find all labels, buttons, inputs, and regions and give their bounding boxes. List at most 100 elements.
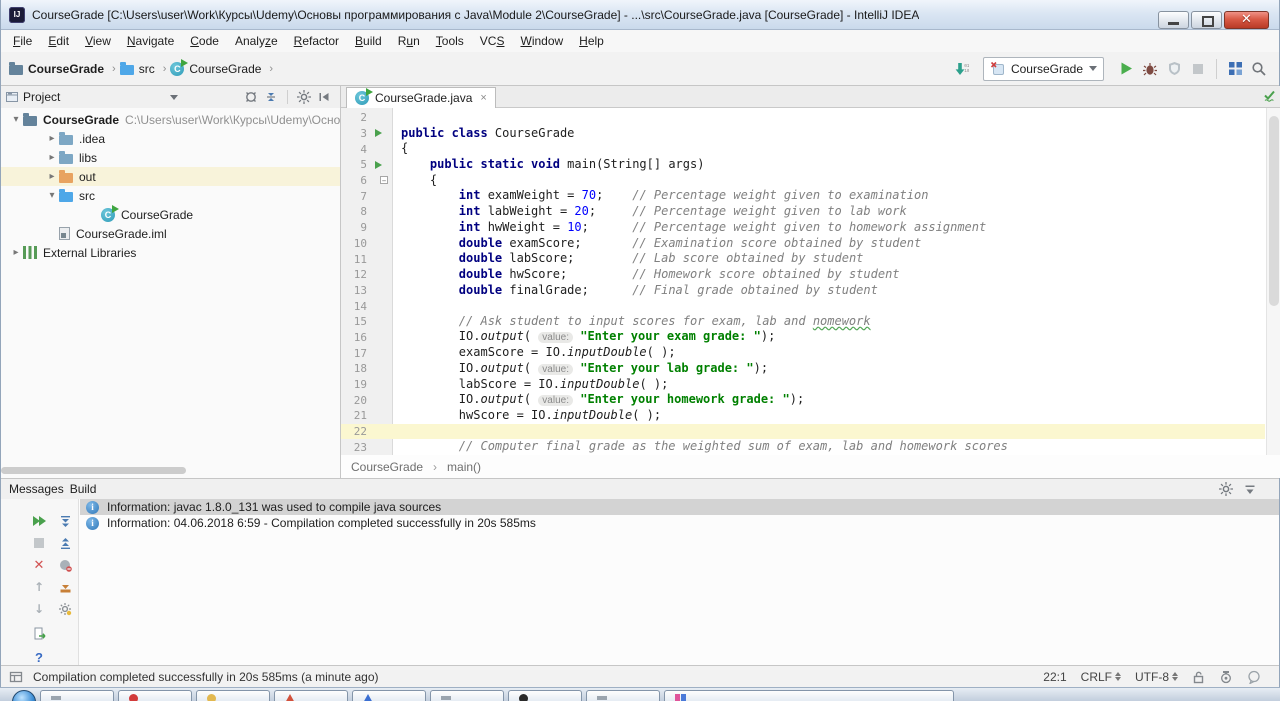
code-line-19[interactable]: 19 labScore = IO.inputDouble( ); [341, 377, 1265, 393]
title-bar[interactable]: IJ CourseGrade [C:\Users\user\Work\Курсы… [1, 0, 1279, 30]
code-line-16[interactable]: 16 IO.output( value: "Enter your exam gr… [341, 330, 1265, 346]
export-file-icon[interactable] [31, 625, 47, 641]
taskbar-button[interactable] [430, 690, 504, 701]
taskbar-button[interactable] [274, 690, 348, 701]
tree-item-out[interactable]: ▸out [1, 167, 340, 186]
code-line-7[interactable]: 7 int examWeight = 70; // Percentage wei… [341, 188, 1265, 204]
tab-coursegrade-java[interactable]: C CourseGrade.java × [346, 87, 496, 108]
help-icon[interactable]: ? [31, 649, 47, 665]
caret-position[interactable]: 22:1 [1043, 670, 1066, 684]
code-line-9[interactable]: 9 int hwWeight = 10; // Percentage weigh… [341, 220, 1265, 236]
close-button[interactable]: ✕ [1224, 11, 1269, 29]
line-ending-select[interactable]: CRLF [1081, 670, 1121, 684]
gear-icon[interactable] [1219, 482, 1233, 496]
breadcrumb-item[interactable]: CourseGrade [9, 62, 104, 76]
menu-help[interactable]: Help [571, 32, 612, 50]
message-row[interactable]: iInformation: javac 1.8.0_131 was used t… [80, 499, 1279, 515]
code-line-5[interactable]: 5 public static void main(String[] args) [341, 157, 1265, 173]
breadcrumb-item[interactable]: src [120, 62, 155, 76]
chevron-down-icon[interactable]: ▾ [9, 114, 23, 125]
menu-run[interactable]: Run [390, 32, 428, 50]
code-line-14[interactable]: 14 [341, 298, 1265, 314]
code-line-23[interactable]: 23 // Computer final grade as the weight… [341, 439, 1265, 455]
lock-icon[interactable] [1192, 670, 1205, 684]
tree-item-src[interactable]: ▾src [1, 186, 340, 205]
menu-refactor[interactable]: Refactor [286, 32, 347, 50]
code-line-2[interactable]: 2 [341, 110, 1265, 126]
update-project-icon[interactable]: 0110 [949, 57, 973, 81]
hide-warnings-icon[interactable] [57, 557, 73, 573]
editor-breadcrumb-item[interactable]: main() [447, 460, 481, 474]
menu-tools[interactable]: Tools [428, 32, 472, 50]
chevron-right-icon[interactable]: ▸ [9, 247, 23, 258]
menu-window[interactable]: Window [512, 32, 571, 50]
scrollbar-thumb[interactable] [1269, 116, 1279, 306]
code-line-21[interactable]: 21 hwScore = IO.inputDouble( ); [341, 408, 1265, 424]
menu-file[interactable]: File [5, 32, 40, 50]
debug-button[interactable] [1138, 57, 1162, 81]
code-line-17[interactable]: 17 examScore = IO.inputDouble( ); [341, 345, 1265, 361]
hide-panel-icon[interactable] [314, 87, 334, 107]
collapse-all-icon[interactable] [261, 87, 281, 107]
run-line-icon[interactable] [375, 129, 382, 137]
tree-item-external-libraries[interactable]: ▸External Libraries [1, 243, 340, 262]
hide-tool-window-icon[interactable] [1243, 482, 1257, 496]
code-line-18[interactable]: 18 IO.output( value: "Enter your lab gra… [341, 361, 1265, 377]
notifications-icon[interactable] [1247, 670, 1261, 684]
editor-scrollbar[interactable] [1266, 108, 1280, 455]
tab-close-icon[interactable]: × [480, 92, 486, 104]
gear-icon[interactable] [294, 87, 314, 107]
breadcrumb-item[interactable]: CCourseGrade [170, 62, 261, 76]
menu-analyze[interactable]: Analyze [227, 32, 286, 50]
hector-inspector-icon[interactable] [1219, 670, 1233, 684]
chevron-down-icon[interactable]: ▾ [45, 190, 59, 201]
project-structure-icon[interactable] [1223, 57, 1247, 81]
scroll-from-source-icon[interactable] [241, 87, 261, 107]
arrow-down-icon[interactable]: ↓ [31, 601, 47, 617]
taskbar-button[interactable] [40, 690, 114, 701]
project-view-chevron-icon[interactable] [170, 95, 178, 100]
code-line-11[interactable]: 11 double labScore; // Lab score obtaine… [341, 251, 1265, 267]
code-line-3[interactable]: 3public class CourseGrade [341, 126, 1265, 142]
project-panel-header[interactable]: Project [1, 86, 340, 108]
code-line-10[interactable]: 10 double examScore; // Examination scor… [341, 236, 1265, 252]
chevron-right-icon[interactable]: ▸ [45, 152, 59, 163]
code-line-8[interactable]: 8 int labWeight = 20; // Percentage weig… [341, 204, 1265, 220]
stop-icon[interactable] [31, 535, 47, 551]
run-configuration-select[interactable]: CourseGrade [983, 57, 1104, 81]
code-line-15[interactable]: 15 // Ask student to input scores for ex… [341, 314, 1265, 330]
code-line-20[interactable]: 20 IO.output( value: "Enter your homewor… [341, 392, 1265, 408]
encoding-select[interactable]: UTF-8 [1135, 670, 1178, 684]
menu-vcs[interactable]: VCS [472, 32, 513, 50]
minimize-button[interactable] [1158, 11, 1189, 29]
code-line-12[interactable]: 12 double hwScore; // Homework score obt… [341, 267, 1265, 283]
chevron-right-icon[interactable]: ▸ [45, 171, 59, 182]
inspection-status-icon[interactable] [1263, 89, 1276, 102]
fold-icon[interactable]: − [380, 176, 388, 184]
editor-breadcrumb-item[interactable]: CourseGrade [351, 460, 423, 474]
messages-header[interactable]: Messages Build [1, 479, 1279, 499]
menu-build[interactable]: Build [347, 32, 390, 50]
expand-all-icon[interactable] [57, 513, 73, 529]
menu-edit[interactable]: Edit [40, 32, 77, 50]
search-everywhere-icon[interactable] [1247, 57, 1271, 81]
close-icon[interactable]: ✕ [31, 557, 47, 573]
tree-item-coursegrade[interactable]: CCourseGrade [1, 205, 340, 224]
tree-item-coursegrade[interactable]: ▾CourseGradeC:\Users\user\Work\Курсы\Ude… [1, 110, 340, 129]
coverage-button[interactable] [1162, 57, 1186, 81]
start-button[interactable] [12, 690, 36, 701]
taskbar-button[interactable] [664, 690, 954, 701]
horizontal-scrollbar[interactable] [1, 467, 186, 474]
settings-wrench-icon[interactable] [57, 601, 73, 617]
code-line-13[interactable]: 13 double finalGrade; // Final grade obt… [341, 283, 1265, 299]
run-line-icon[interactable] [375, 161, 382, 169]
restore-button[interactable] [1191, 11, 1222, 29]
taskbar-button[interactable] [118, 690, 192, 701]
taskbar-button[interactable] [586, 690, 660, 701]
chevron-right-icon[interactable]: ▸ [45, 133, 59, 144]
code-line-6[interactable]: 6− { [341, 173, 1265, 189]
export-tray-icon[interactable] [57, 579, 73, 595]
taskbar-button[interactable] [352, 690, 426, 701]
menu-code[interactable]: Code [182, 32, 227, 50]
menu-navigate[interactable]: Navigate [119, 32, 182, 50]
